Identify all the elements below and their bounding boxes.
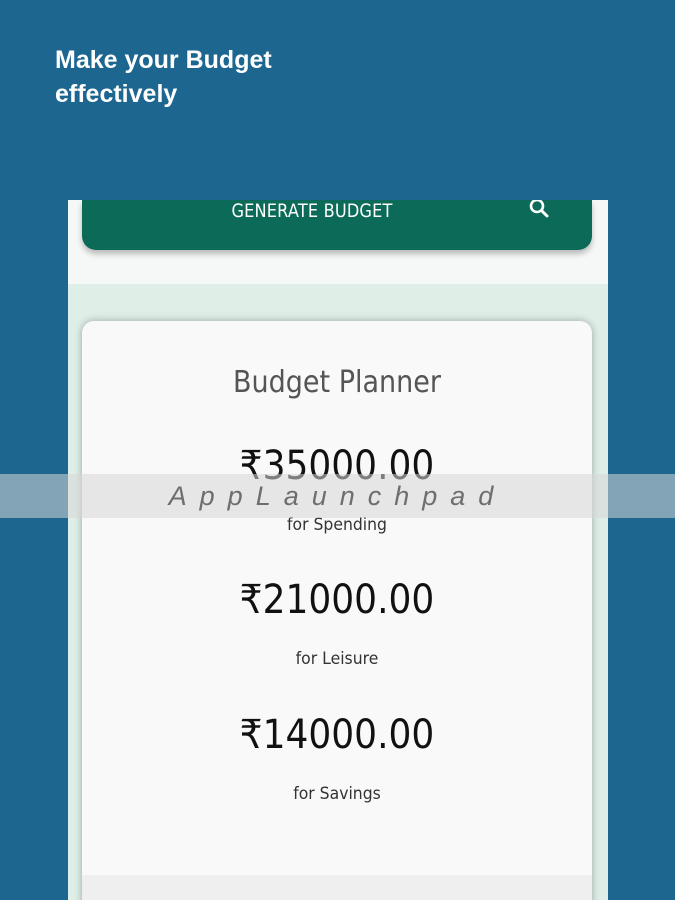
- leisure-label: for Leisure: [295, 649, 379, 669]
- phone-screen: GENERATE BUDGET Budget Planner ₹35000.00…: [68, 200, 608, 900]
- headline-line-1: Make your Budget: [55, 46, 272, 74]
- promo-headline: Make your Budget effectively: [55, 43, 272, 111]
- savings-label: for Savings: [293, 784, 381, 804]
- spending-label: for Spending: [287, 515, 387, 535]
- leisure-amount: ₹21000.00: [239, 577, 435, 623]
- search-icon[interactable]: [527, 200, 551, 224]
- budget-planner-card: Budget Planner ₹35000.00 for Spending ₹2…: [82, 321, 592, 900]
- generate-budget-button[interactable]: GENERATE BUDGET: [117, 200, 508, 222]
- savings-amount: ₹14000.00: [239, 712, 435, 758]
- headline-line-2: effectively: [55, 80, 178, 108]
- card-title: Budget Planner: [233, 365, 441, 400]
- card-footer: [82, 875, 592, 900]
- generate-budget-bar[interactable]: GENERATE BUDGET: [82, 200, 592, 250]
- watermark-text: AppLaunchpad: [168, 481, 507, 511]
